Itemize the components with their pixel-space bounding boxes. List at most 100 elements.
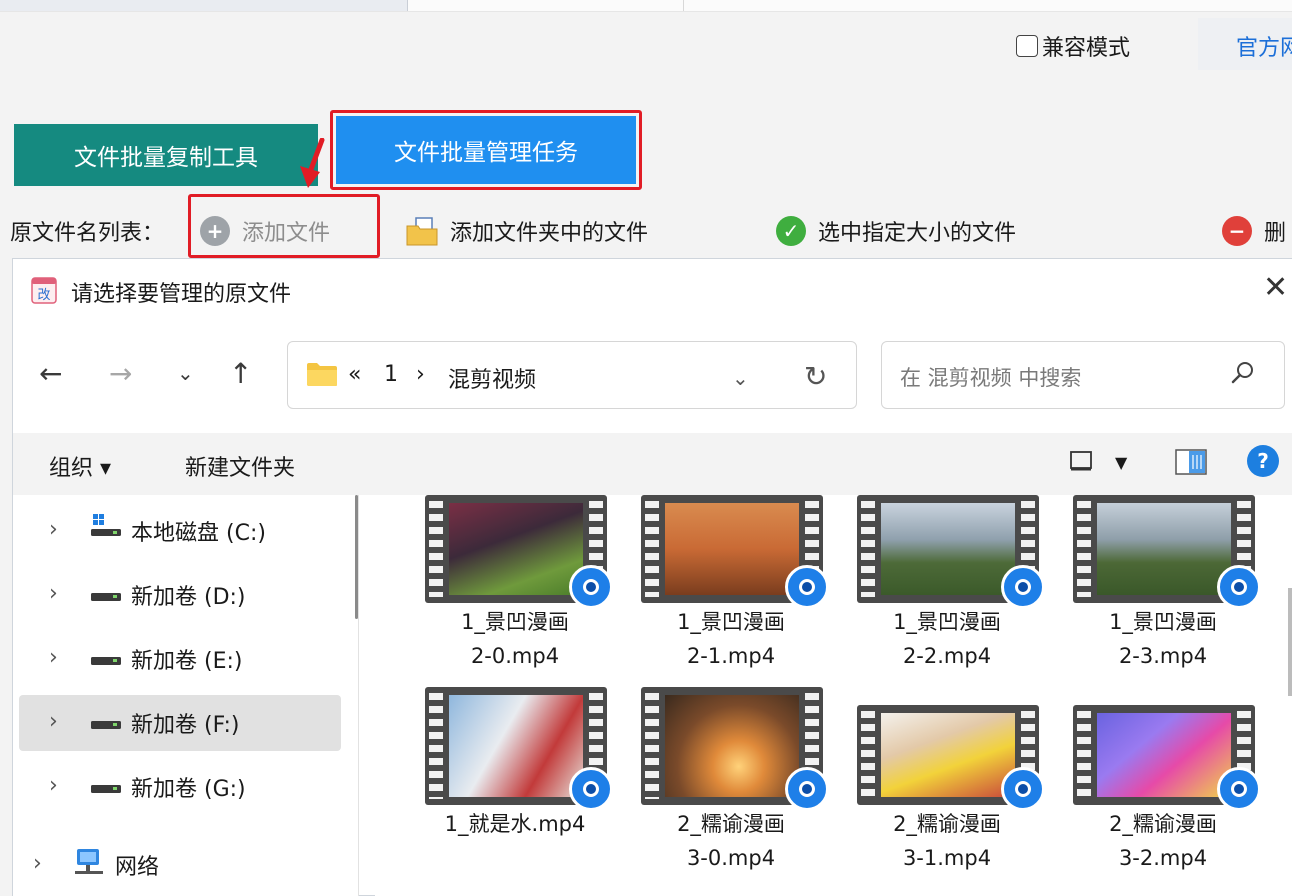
back-arrow-icon[interactable]: ← xyxy=(39,357,62,390)
file-name-line2: 3-1.mp4 xyxy=(902,846,992,870)
video-thumbnail xyxy=(417,687,613,811)
file-name-line1: 1_景凹漫画 xyxy=(677,610,785,634)
video-thumbnail xyxy=(1065,705,1261,811)
select-by-size-button[interactable]: ✓ 选中指定大小的文件 xyxy=(776,215,1016,247)
window-edge-scrollbar[interactable] xyxy=(1288,588,1292,696)
select-by-size-label: 选中指定大小的文件 xyxy=(818,221,1017,246)
tab-file-batch-manage[interactable]: 文件批量管理任务 xyxy=(336,116,636,184)
preview-pane-icon[interactable] xyxy=(1175,449,1207,475)
tree-item-drive-c[interactable]: › 本地磁盘 (C:) xyxy=(19,503,341,559)
forward-arrow-icon[interactable]: → xyxy=(109,357,132,390)
navigation-pane: › 本地磁盘 (C:) › 新加卷 (D:) › 新加卷 (E:) › 新加卷 … xyxy=(13,495,359,896)
search-box[interactable]: 在 混剪视频 中搜索 xyxy=(881,341,1285,409)
refresh-icon[interactable]: ↻ xyxy=(804,360,827,393)
file-name-line1: 2_糯谕漫画 xyxy=(677,812,785,836)
video-thumbnail xyxy=(1065,495,1261,609)
tab-file-batch-copy[interactable]: 文件批量复制工具 xyxy=(14,124,318,186)
tree-item-label: 新加卷 (G:) xyxy=(131,777,246,802)
drive-icon xyxy=(91,785,121,793)
folder-document-icon xyxy=(406,217,438,246)
dialog-navigation-row: ← → ⌄ ↑ « 1 › 混剪视频 ⌄ ↻ 在 混剪视频 中搜索 xyxy=(13,321,1292,433)
new-folder-button[interactable]: 新建文件夹 xyxy=(185,450,295,482)
delete-label: 删 xyxy=(1264,221,1287,246)
search-placeholder: 在 混剪视频 中搜索 xyxy=(900,366,1082,390)
file-grid: 1_景凹漫画 2-0.mp4 1_景凹漫画 2-1.mp4 1_景凹漫画 2-2… xyxy=(375,495,1292,896)
dialog-title: 请选择要管理的原文件 xyxy=(71,282,292,307)
expand-chevron-icon[interactable]: › xyxy=(49,645,58,670)
video-player-badge-icon xyxy=(1217,565,1261,609)
breadcrumb-parent[interactable]: 1 xyxy=(384,362,398,387)
tree-item-drive-d[interactable]: › 新加卷 (D:) xyxy=(19,567,341,623)
add-file-button[interactable]: + 添加文件 xyxy=(200,215,330,247)
file-name-line1: 2_糯谕漫画 xyxy=(1109,812,1217,836)
red-arrow-icon xyxy=(300,138,325,188)
video-player-badge-icon xyxy=(569,767,613,811)
organize-menu[interactable]: 组织 ▾ xyxy=(49,450,111,482)
dialog-command-bar: 组织 ▾ 新建文件夹 ▼ ? xyxy=(13,433,1292,495)
expand-chevron-icon[interactable]: › xyxy=(49,709,58,734)
file-list-toolbar: 原文件名列表： + 添加文件 添加文件夹中的文件 ✓ 选中指定大小的文件 − 删 xyxy=(0,200,1292,258)
tree-item-label: 新加卷 (E:) xyxy=(131,649,243,674)
expand-chevron-icon[interactable]: › xyxy=(49,773,58,798)
drive-icon xyxy=(91,721,121,729)
file-name-line2: 2-2.mp4 xyxy=(902,644,992,668)
file-name-line1: 1_景凹漫画 xyxy=(461,610,569,634)
file-name-line2: 3-0.mp4 xyxy=(686,846,776,870)
view-mode-icon[interactable] xyxy=(1069,449,1093,473)
add-folder-files-button[interactable]: 添加文件夹中的文件 xyxy=(406,215,648,247)
compat-mode-checkbox[interactable]: 兼容模式 xyxy=(1016,30,1130,62)
file-name-line2: 2-1.mp4 xyxy=(686,644,776,668)
video-thumbnail xyxy=(633,687,829,811)
tree-item-drive-f[interactable]: › 新加卷 (F:) xyxy=(19,695,341,751)
video-thumbnail xyxy=(633,495,829,609)
file-name-line2: 3-2.mp4 xyxy=(1118,846,1208,870)
tree-item-network[interactable]: › 网络 xyxy=(3,837,325,893)
video-player-badge-icon xyxy=(1001,565,1045,609)
svg-text:改: 改 xyxy=(37,288,50,303)
up-arrow-icon[interactable]: ↑ xyxy=(229,357,252,390)
file-name-line2: 2-0.mp4 xyxy=(470,644,560,668)
breadcrumb-current[interactable]: 混剪视频 xyxy=(448,362,536,394)
tree-item-drive-g[interactable]: › 新加卷 (G:) xyxy=(19,759,341,815)
app-tab-segment[interactable] xyxy=(0,0,408,11)
video-player-badge-icon xyxy=(785,565,829,609)
compat-checkbox-box[interactable] xyxy=(1016,35,1038,57)
video-thumbnail xyxy=(417,495,613,609)
drive-icon xyxy=(91,657,121,665)
tree-item-label: 网络 xyxy=(115,855,160,880)
breadcrumb-separator[interactable]: › xyxy=(416,362,425,387)
tree-item-label: 新加卷 (F:) xyxy=(131,713,240,738)
tree-item-label: 新加卷 (D:) xyxy=(131,585,246,610)
video-thumbnail xyxy=(849,705,1045,811)
video-thumbnail xyxy=(849,495,1045,609)
expand-chevron-icon[interactable]: › xyxy=(49,517,58,542)
drive-icon xyxy=(91,593,121,601)
close-icon[interactable]: ✕ xyxy=(1263,273,1288,303)
search-icon[interactable] xyxy=(1230,360,1256,386)
official-site-link[interactable]: 官方网 xyxy=(1198,18,1292,70)
top-strip-divider xyxy=(683,0,684,11)
expand-chevron-icon[interactable]: › xyxy=(33,851,42,876)
breadcrumb-overflow[interactable]: « xyxy=(348,362,361,387)
add-folder-files-label: 添加文件夹中的文件 xyxy=(450,221,649,246)
check-circle-icon: ✓ xyxy=(776,216,806,246)
app-logo-icon: 改 xyxy=(31,277,57,304)
address-dropdown-chevron-icon[interactable]: ⌄ xyxy=(732,366,749,390)
tree-item-drive-e[interactable]: › 新加卷 (E:) xyxy=(19,631,341,687)
file-open-dialog: 改 请选择要管理的原文件 ✕ ← → ⌄ ↑ « 1 › 混剪视频 ⌄ ↻ 在 … xyxy=(12,258,1292,896)
expand-chevron-icon[interactable]: › xyxy=(49,581,58,606)
help-icon[interactable]: ? xyxy=(1247,445,1279,477)
address-bar[interactable]: « 1 › 混剪视频 ⌄ ↻ xyxy=(287,341,857,409)
tree-item-label: 本地磁盘 (C:) xyxy=(131,521,266,546)
network-icon xyxy=(75,849,103,874)
folder-icon xyxy=(307,363,337,386)
view-dropdown-icon[interactable]: ▼ xyxy=(1115,453,1127,472)
file-name-line2: 2-3.mp4 xyxy=(1118,644,1208,668)
recent-locations-chevron-icon[interactable]: ⌄ xyxy=(177,361,194,385)
file-name-line1: 1_景凹漫画 xyxy=(893,610,1001,634)
navigation-pane-scrollbar[interactable] xyxy=(355,495,358,619)
compat-mode-label: 兼容模式 xyxy=(1042,36,1131,61)
video-player-badge-icon xyxy=(785,767,829,811)
video-player-badge-icon xyxy=(1001,767,1045,811)
delete-button[interactable]: − 删 xyxy=(1222,215,1286,247)
